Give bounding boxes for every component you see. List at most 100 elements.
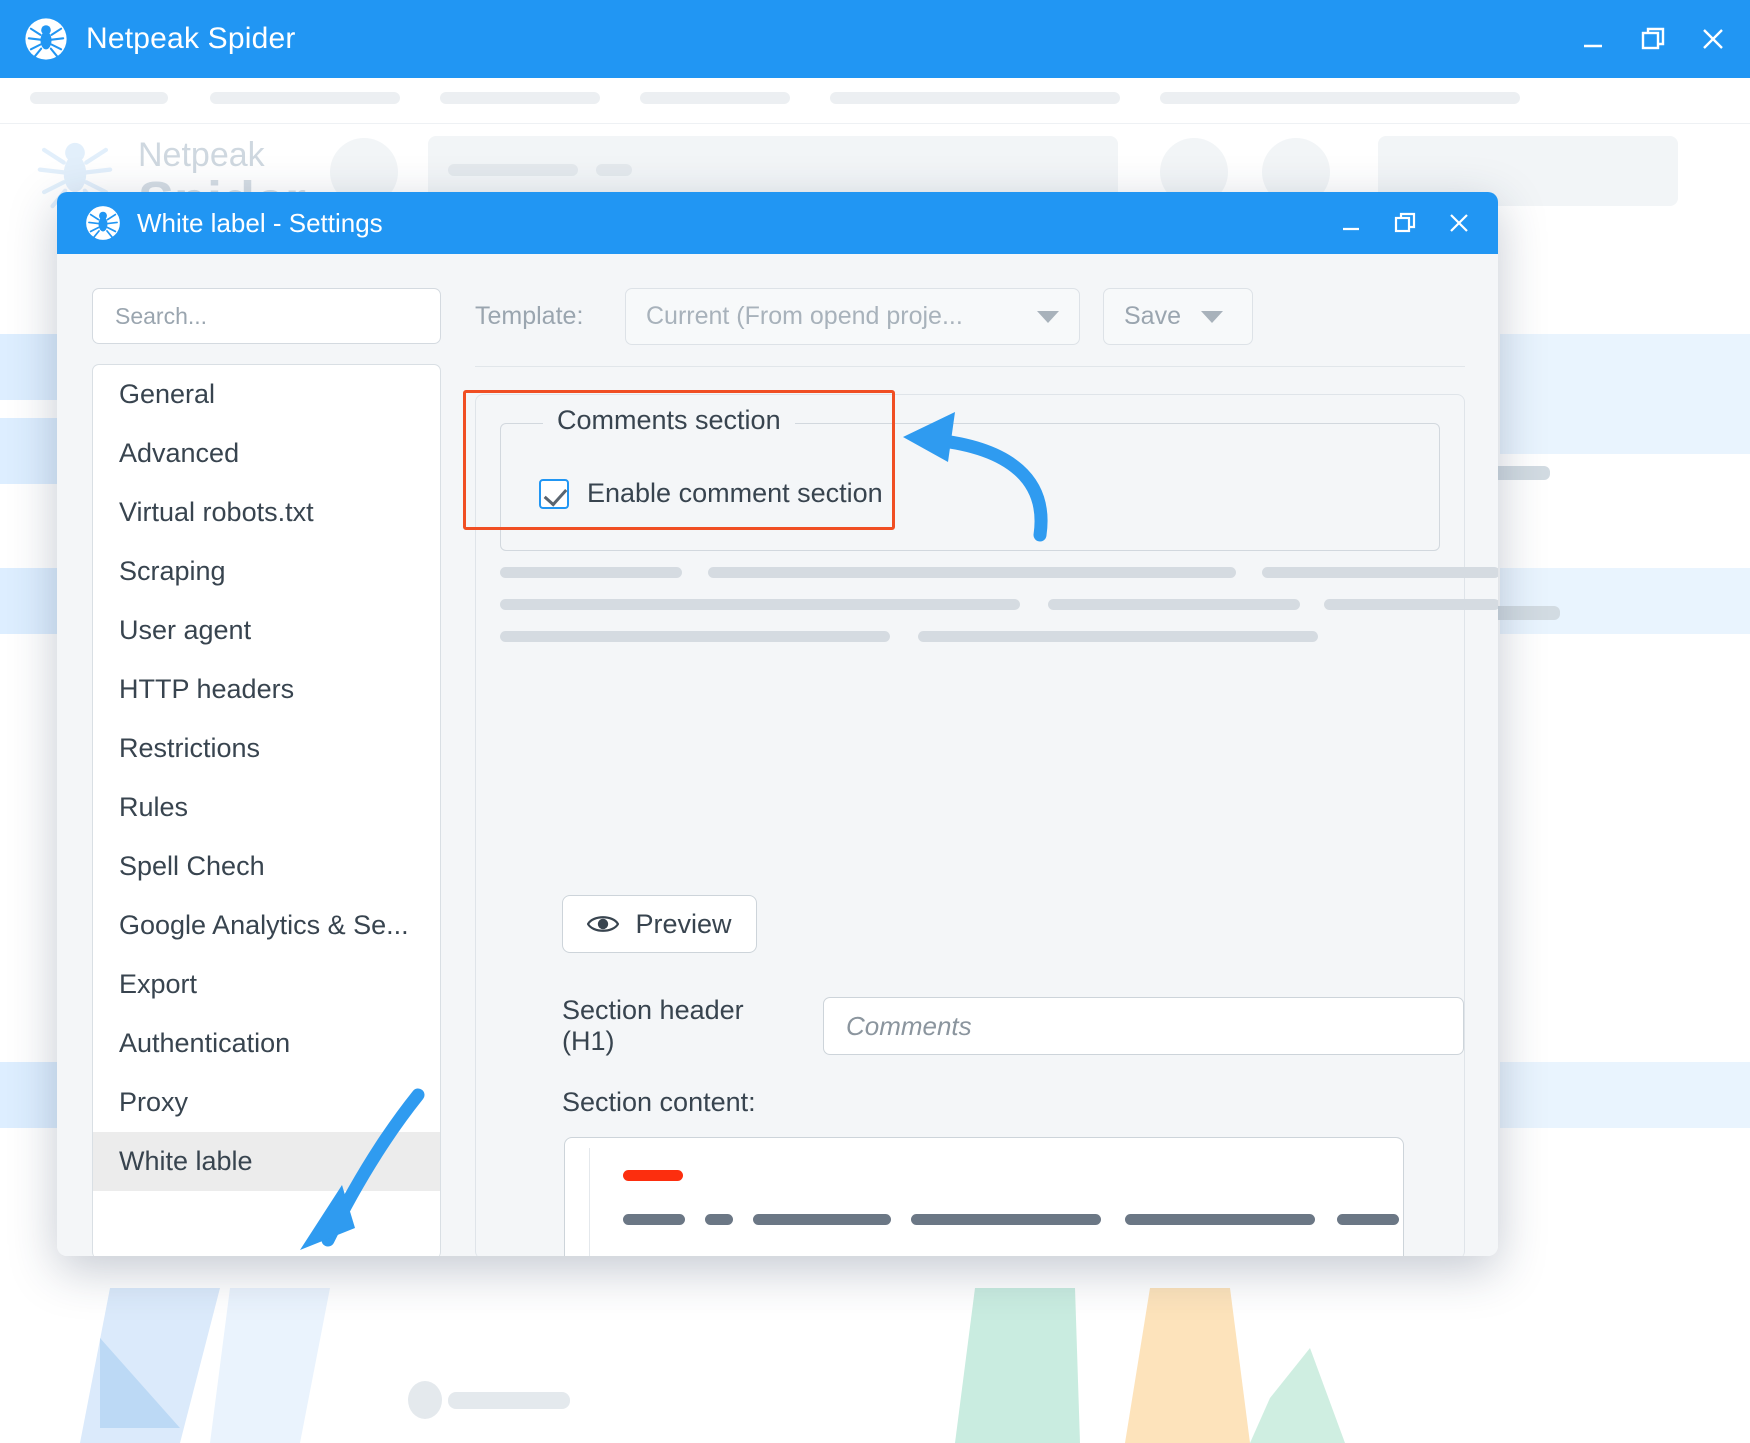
restore-icon[interactable] <box>1392 210 1418 236</box>
side-accent-strip <box>1500 334 1750 454</box>
template-label: Template: <box>475 302 584 330</box>
preview-button[interactable]: Preview <box>562 895 757 953</box>
dialog-titlebar: White label - Settings <box>57 192 1498 254</box>
side-accent-strip <box>1500 568 1750 634</box>
code-token-gray <box>623 1214 685 1225</box>
section-header-input[interactable]: Comments <box>822 997 1464 1055</box>
preview-button-label: Preview <box>635 908 732 939</box>
code-token-red <box>623 1170 683 1181</box>
sidebar-item-label: General <box>119 379 216 409</box>
close-icon[interactable] <box>1446 210 1472 236</box>
sidebar-item-export[interactable]: Export <box>93 955 440 1014</box>
placeholder-line <box>500 567 682 578</box>
placeholder-line <box>1324 599 1498 610</box>
placeholder-line <box>500 599 1020 610</box>
toolbar-divider <box>475 366 1465 367</box>
template-select[interactable]: Current (From opend proje... <box>625 288 1080 345</box>
sidebar-item-scraping[interactable]: Scraping <box>93 542 440 601</box>
code-token-gray <box>1337 1214 1399 1225</box>
enable-comment-section-checkbox[interactable]: Enable comment section <box>539 478 883 509</box>
menu-placeholder <box>830 92 1120 104</box>
code-token-gray <box>705 1214 733 1225</box>
spider-logo-icon <box>86 206 120 240</box>
code-token-gray <box>753 1214 891 1225</box>
minimize-icon[interactable] <box>1578 24 1608 54</box>
code-token-gray <box>911 1214 1101 1225</box>
text-placeholder <box>596 164 632 176</box>
checkbox-checked-icon[interactable] <box>539 478 569 509</box>
restore-icon[interactable] <box>1638 24 1668 54</box>
placeholder-line <box>1262 567 1498 578</box>
sidebar-item-spell-chech[interactable]: Spell Chech <box>93 837 440 896</box>
minimize-icon[interactable] <box>1338 210 1364 236</box>
placeholder-line <box>500 631 890 642</box>
section-header-label: Section header (H1) <box>562 995 744 1056</box>
sidebar-item-label: Proxy <box>119 1087 189 1117</box>
sidebar-item-label: Virtual robots.txt <box>119 497 314 527</box>
placeholder-line <box>1048 599 1300 610</box>
save-button-label: Save <box>1124 302 1181 330</box>
sidebar-item-rules[interactable]: Rules <box>93 778 440 837</box>
side-accent-strip <box>0 418 60 484</box>
close-icon[interactable] <box>1698 24 1728 54</box>
comments-section-group: Comments section Enable comment section <box>500 405 1440 551</box>
placeholder-line <box>708 567 1236 578</box>
search-placeholder: Search... <box>115 302 208 329</box>
menu-placeholder <box>30 92 168 104</box>
save-button[interactable]: Save <box>1103 288 1253 345</box>
sidebar-item-label: HTTP headers <box>119 674 295 704</box>
app-window-controls <box>1578 0 1728 78</box>
comments-section-legend: Comments section <box>543 405 795 436</box>
section-content-editor[interactable] <box>564 1137 1404 1256</box>
sidebar-item-http-headers[interactable]: HTTP headers <box>93 660 440 719</box>
sidebar-item-label: Google Analytics & Se... <box>119 910 409 940</box>
white-label-settings-dialog: White label - Settings Search... Templat… <box>57 192 1498 1256</box>
enable-comment-section-label: Enable comment section <box>587 478 883 508</box>
sidebar-item-virtual-robots-txt[interactable]: Virtual robots.txt <box>93 483 440 542</box>
section-header-placeholder: Comments <box>845 1010 972 1041</box>
menu-placeholder <box>1160 92 1520 104</box>
dialog-title: White label - Settings <box>137 207 383 238</box>
sidebar-item-restrictions[interactable]: Restrictions <box>93 719 440 778</box>
text-placeholder <box>1490 466 1550 480</box>
sidebar-item-label: Spell Chech <box>119 851 265 881</box>
side-accent-strip <box>0 1062 60 1128</box>
settings-sidebar: General Advanced Virtual robots.txt Scrapin… <box>92 364 441 1256</box>
sidebar-item-proxy[interactable]: Proxy <box>93 1073 440 1132</box>
chevron-down-icon <box>1037 310 1059 323</box>
text-placeholder <box>448 164 578 176</box>
settings-content-panel: Comments section Enable comment section … <box>475 394 1498 1256</box>
chevron-down-icon <box>1200 310 1223 323</box>
app-menubar: Netpeak Spider <box>0 78 1750 1443</box>
app-titlebar: Netpeak Spider <box>0 0 1750 78</box>
sidebar-item-white-lable[interactable]: White lable <box>93 1132 440 1191</box>
sidebar-item-label: Authentication <box>119 1028 291 1058</box>
menu-placeholder <box>440 92 600 104</box>
side-accent-strip <box>0 568 60 634</box>
section-content-label: Section content: <box>562 1087 756 1117</box>
search-input[interactable]: Search... <box>92 288 441 344</box>
app-title: Netpeak Spider <box>86 22 296 55</box>
sidebar-item-label: Advanced <box>119 438 240 468</box>
sidebar-item-authentication[interactable]: Authentication <box>93 1014 440 1073</box>
sidebar-item-label: Export <box>119 969 198 999</box>
spider-logo-icon <box>25 18 67 60</box>
sidebar-item-label: User agent <box>119 615 252 645</box>
sidebar-item-label: Restrictions <box>119 733 261 763</box>
editor-gutter <box>589 1148 590 1256</box>
sidebar-item-user-agent[interactable]: User agent <box>93 601 440 660</box>
sidebar-item-label: Rules <box>119 792 189 822</box>
dialog-window-controls <box>1338 192 1472 254</box>
sidebar-item-label: Scraping <box>119 556 226 586</box>
side-accent-strip <box>1500 1062 1750 1128</box>
code-token-gray <box>1125 1214 1315 1225</box>
sidebar-item-google-analytics-se[interactable]: Google Analytics & Se... <box>93 896 440 955</box>
decorative-shapes <box>80 1288 1345 1443</box>
menu-placeholder <box>210 92 400 104</box>
sidebar-item-advanced[interactable]: Advanced <box>93 424 440 483</box>
section-header-row: Section header (H1) Comments <box>562 995 1464 1057</box>
dialog-body: Search... Template: Current (From opend … <box>57 254 1498 1256</box>
side-accent-strip <box>0 334 60 400</box>
menu-placeholder <box>640 92 790 104</box>
sidebar-item-general[interactable]: General <box>93 365 440 424</box>
